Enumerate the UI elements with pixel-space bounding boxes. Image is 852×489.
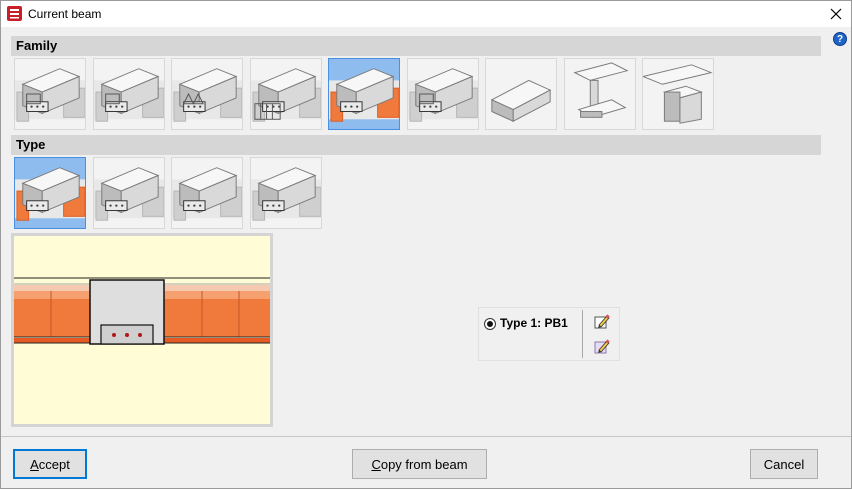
family-option-3[interactable] [171, 58, 243, 130]
rectangular-beam-icon [643, 59, 713, 129]
family-option-7[interactable] [485, 58, 557, 130]
pencil-icon [594, 314, 610, 329]
beam-preview [11, 233, 273, 427]
type-radio-button[interactable] [484, 318, 496, 330]
type-option-2[interactable] [92, 157, 165, 229]
type-section-header: Type [11, 135, 821, 155]
family-option-9[interactable] [642, 58, 714, 130]
hollow-core-beam-icon [15, 59, 85, 129]
prestressed-beam-icon [329, 59, 399, 129]
accept-button[interactable]: Accept [13, 449, 87, 479]
type-option-4[interactable] [249, 157, 322, 229]
solid-beam-icon [486, 59, 556, 129]
type-3-beam-icon [172, 158, 242, 228]
type-option-1[interactable] [14, 157, 86, 229]
family-option-4[interactable] [249, 58, 322, 130]
hollow-box-beam-icon [407, 59, 478, 129]
accept-label: ccept [38, 456, 70, 472]
cancel-button[interactable]: Cancel [750, 449, 818, 479]
waffle-beam-icon [250, 59, 321, 129]
family-section-header: Family [11, 36, 821, 56]
current-type-label: Type 1: PB1 [500, 316, 568, 330]
triangular-void-beam-icon [172, 59, 242, 129]
box-beam-icon [93, 59, 164, 129]
type-1-beam-icon [15, 158, 85, 228]
copy-label: opy from beam [380, 456, 468, 472]
family-option-1[interactable] [14, 58, 86, 130]
type-4-beam-icon [250, 158, 321, 228]
close-icon [830, 8, 842, 20]
copy-mnemonic: C [371, 456, 381, 472]
copy-from-beam-button[interactable]: Copy from beam [352, 449, 487, 479]
edit-type-alt-button[interactable] [593, 338, 611, 356]
title-bar: Current beam [1, 1, 851, 27]
type-option-3[interactable] [171, 157, 243, 229]
steel-i-beam-icon [565, 59, 635, 129]
panel-divider [582, 310, 583, 358]
dialog-window: Current beam ? Family Type Type 1: PB1 A… [0, 0, 852, 489]
edit-type-button[interactable] [593, 313, 611, 331]
accept-mnemonic: A [30, 456, 39, 472]
family-option-2[interactable] [92, 58, 165, 130]
family-option-5[interactable] [328, 58, 400, 130]
help-icon[interactable]: ? [833, 32, 847, 46]
family-option-6[interactable] [406, 58, 479, 130]
type-selection-panel: Type 1: PB1 [478, 307, 620, 361]
type-2-beam-icon [93, 158, 164, 228]
family-option-8[interactable] [563, 58, 636, 130]
footer-divider [1, 436, 851, 437]
pencil-edit-icon [594, 339, 610, 354]
app-logo-icon [7, 6, 22, 21]
window-title: Current beam [28, 7, 102, 21]
close-button[interactable] [821, 1, 851, 27]
